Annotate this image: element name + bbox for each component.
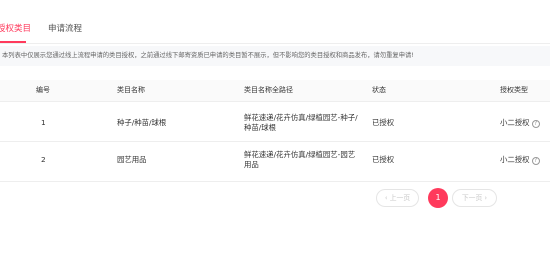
row-divider bbox=[0, 141, 550, 142]
row-category-path: 鲜花速递/花卉仿真/绿植园艺-种子/种苗/球根 bbox=[244, 113, 358, 132]
row-divider bbox=[0, 181, 550, 182]
prev-page-button[interactable]: ‹ 上一页 bbox=[376, 189, 419, 207]
tab-authorized-categories[interactable]: 授权类目 bbox=[0, 24, 31, 35]
row-id: 1 bbox=[41, 118, 46, 127]
row-category-path: 鲜花速递/花卉仿真/绿植园艺-园艺用品 bbox=[244, 150, 356, 169]
row-category-name: 种子/种苗/球根 bbox=[117, 118, 167, 127]
next-page-button[interactable]: 下一页 › bbox=[452, 189, 497, 207]
question-circle-icon[interactable]: ? bbox=[531, 157, 540, 165]
row-status: 已授权 bbox=[372, 155, 395, 164]
column-header-auth-type: 授权类型 bbox=[500, 86, 528, 94]
header-divider bbox=[0, 101, 550, 102]
row-auth-type-label: 小二授权 bbox=[500, 118, 530, 127]
row-category-name: 园艺用品 bbox=[117, 155, 147, 164]
question-circle-icon[interactable]: ? bbox=[531, 120, 540, 128]
row-auth-type-label: 小二授权 bbox=[500, 155, 530, 164]
column-header-category-path: 类目名称全路径 bbox=[244, 86, 293, 94]
row-auth-type: 小二授权? bbox=[500, 155, 540, 165]
tab-bar: 授权类目 申请流程 bbox=[0, 0, 550, 44]
column-header-status: 状态 bbox=[372, 86, 386, 94]
tab-bar-divider bbox=[0, 43, 550, 44]
column-header-id: 编号 bbox=[36, 86, 50, 94]
row-auth-type: 小二授权? bbox=[500, 118, 540, 128]
notice-text: 本列表中仅展示您通过线上流程申请的类目授权，之前通过线下邮寄资质已申请的类目暂不… bbox=[2, 52, 414, 59]
column-header-category-name: 类目名称 bbox=[117, 86, 145, 94]
notice-banner: 本列表中仅展示您通过线上流程申请的类目授权，之前通过线下邮寄资质已申请的类目暂不… bbox=[0, 46, 550, 66]
row-status: 已授权 bbox=[372, 118, 395, 127]
tab-application-process[interactable]: 申请流程 bbox=[48, 24, 82, 35]
page-1-button[interactable]: 1 bbox=[428, 188, 448, 208]
row-id: 2 bbox=[41, 155, 46, 164]
